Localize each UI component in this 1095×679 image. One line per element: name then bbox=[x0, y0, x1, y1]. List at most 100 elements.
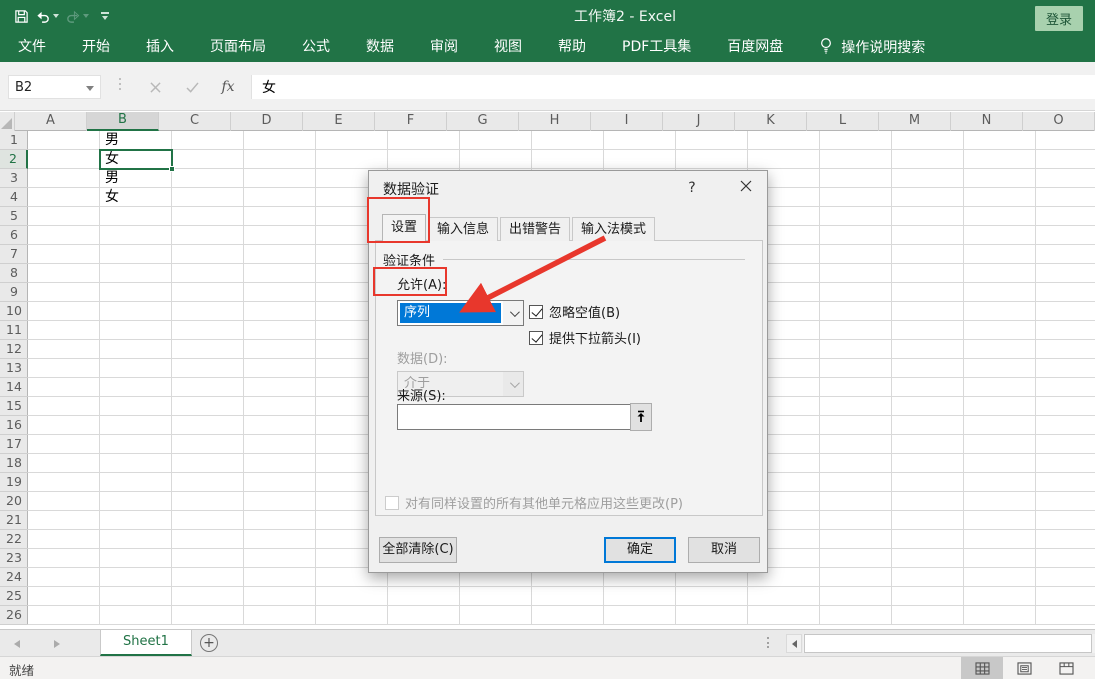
ribbon-tab-PDF工具集[interactable]: PDF工具集 bbox=[609, 32, 704, 62]
column-header-N[interactable]: N bbox=[951, 112, 1023, 131]
ribbon-tab-页面布局[interactable]: 页面布局 bbox=[197, 32, 279, 62]
page-break-view-button[interactable] bbox=[1045, 657, 1087, 679]
ribbon-tab-开始[interactable]: 开始 bbox=[69, 32, 123, 62]
dialog-close-button[interactable] bbox=[729, 173, 763, 199]
page-layout-view-button[interactable] bbox=[1003, 657, 1045, 679]
cancel-button[interactable]: 取消 bbox=[688, 537, 760, 563]
row-header-17[interactable]: 17 bbox=[0, 435, 28, 454]
column-header-J[interactable]: J bbox=[663, 112, 735, 131]
row-header-8[interactable]: 8 bbox=[0, 264, 28, 283]
formula-input[interactable]: 女 bbox=[251, 75, 1095, 99]
row-header-26[interactable]: 26 bbox=[0, 606, 28, 625]
column-headers: ABCDEFGHIJKLMNO bbox=[0, 112, 1095, 131]
row-header-15[interactable]: 15 bbox=[0, 397, 28, 416]
normal-view-button[interactable] bbox=[961, 657, 1003, 679]
sheet-nav-left-icon[interactable] bbox=[14, 640, 20, 648]
allow-combobox[interactable]: 序列 bbox=[397, 300, 524, 326]
select-all-icon bbox=[1, 118, 12, 129]
row-header-1[interactable]: 1 bbox=[0, 131, 28, 150]
column-header-E[interactable]: E bbox=[303, 112, 375, 131]
dialog-tab-出错警告[interactable]: 出错警告 bbox=[500, 217, 570, 241]
ribbon-tab-插入[interactable]: 插入 bbox=[133, 32, 187, 62]
name-box[interactable]: B2 bbox=[8, 75, 101, 99]
insert-function-icon[interactable]: fx bbox=[213, 75, 243, 99]
row-header-20[interactable]: 20 bbox=[0, 492, 28, 511]
chevron-down-icon bbox=[509, 378, 519, 388]
ribbon-tab-文件[interactable]: 文件 bbox=[5, 32, 59, 62]
ribbon-tab-公式[interactable]: 公式 bbox=[289, 32, 343, 62]
save-icon[interactable] bbox=[14, 9, 29, 24]
row-header-2[interactable]: 2 bbox=[0, 150, 28, 169]
ok-button[interactable]: 确定 bbox=[604, 537, 676, 563]
allow-dropdown-button[interactable] bbox=[503, 301, 523, 325]
row-header-3[interactable]: 3 bbox=[0, 169, 28, 188]
column-header-K[interactable]: K bbox=[735, 112, 807, 131]
column-header-B[interactable]: B bbox=[87, 112, 159, 131]
row-header-25[interactable]: 25 bbox=[0, 587, 28, 606]
dialog-tab-输入信息[interactable]: 输入信息 bbox=[428, 217, 498, 241]
sign-in-button[interactable]: 登录 bbox=[1035, 6, 1083, 31]
cell-B1[interactable]: 男 bbox=[101, 131, 172, 150]
column-header-I[interactable]: I bbox=[591, 112, 663, 131]
add-sheet-button[interactable]: + bbox=[200, 634, 218, 652]
ribbon-tab-审阅[interactable]: 审阅 bbox=[417, 32, 471, 62]
row-header-12[interactable]: 12 bbox=[0, 340, 28, 359]
column-header-M[interactable]: M bbox=[879, 112, 951, 131]
cell-B4[interactable]: 女 bbox=[101, 188, 172, 207]
horizontal-scrollbar[interactable] bbox=[803, 634, 1095, 653]
column-header-D[interactable]: D bbox=[231, 112, 303, 131]
row-headers: 1234567891011121314151617181920212223242… bbox=[0, 131, 28, 625]
ribbon-tab-百度网盘[interactable]: 百度网盘 bbox=[714, 32, 796, 62]
clear-all-button[interactable]: 全部清除(C) bbox=[379, 537, 457, 563]
cell-B3[interactable]: 男 bbox=[101, 169, 172, 188]
row-header-24[interactable]: 24 bbox=[0, 568, 28, 587]
tell-me-search[interactable]: 操作说明搜索 bbox=[819, 37, 925, 58]
dialog-tab-设置[interactable]: 设置 bbox=[382, 214, 426, 241]
row-header-19[interactable]: 19 bbox=[0, 473, 28, 492]
dialog-tab-输入法模式[interactable]: 输入法模式 bbox=[572, 217, 655, 241]
cell-B2[interactable]: 女 bbox=[101, 150, 172, 169]
collapse-dialog-button[interactable] bbox=[630, 403, 652, 431]
source-input[interactable] bbox=[397, 404, 631, 430]
row-header-10[interactable]: 10 bbox=[0, 302, 28, 321]
hscroll-thumb[interactable] bbox=[804, 634, 1092, 653]
row-header-4[interactable]: 4 bbox=[0, 188, 28, 207]
checkbox-checked-icon[interactable] bbox=[529, 305, 543, 319]
ribbon-tab-帮助[interactable]: 帮助 bbox=[545, 32, 599, 62]
row-header-5[interactable]: 5 bbox=[0, 207, 28, 226]
customize-toolbar-icon[interactable] bbox=[101, 12, 109, 20]
column-header-O[interactable]: O bbox=[1023, 112, 1095, 131]
row-header-18[interactable]: 18 bbox=[0, 454, 28, 473]
checkbox-checked-icon[interactable] bbox=[529, 331, 543, 345]
column-header-F[interactable]: F bbox=[375, 112, 447, 131]
sheet-nav-right-icon[interactable] bbox=[54, 640, 60, 648]
row-header-7[interactable]: 7 bbox=[0, 245, 28, 264]
undo-icon[interactable] bbox=[35, 9, 59, 24]
row-header-14[interactable]: 14 bbox=[0, 378, 28, 397]
row-header-6[interactable]: 6 bbox=[0, 226, 28, 245]
tabbar-splitter[interactable] bbox=[767, 637, 769, 651]
row-header-13[interactable]: 13 bbox=[0, 359, 28, 378]
ribbon-tab-数据[interactable]: 数据 bbox=[353, 32, 407, 62]
in-cell-dropdown-checkbox[interactable]: 提供下拉箭头(I) bbox=[529, 328, 641, 347]
row-header-23[interactable]: 23 bbox=[0, 549, 28, 568]
row-header-16[interactable]: 16 bbox=[0, 416, 28, 435]
column-header-A[interactable]: A bbox=[15, 112, 87, 131]
hscroll-left-button[interactable] bbox=[786, 634, 802, 653]
sheet-tab-sheet1[interactable]: Sheet1 bbox=[100, 630, 192, 656]
column-header-H[interactable]: H bbox=[519, 112, 591, 131]
row-header-21[interactable]: 21 bbox=[0, 511, 28, 530]
row-header-11[interactable]: 11 bbox=[0, 321, 28, 340]
ribbon-tab-视图[interactable]: 视图 bbox=[481, 32, 535, 62]
name-box-dropdown-icon[interactable] bbox=[86, 86, 94, 91]
ignore-blank-checkbox[interactable]: 忽略空值(B) bbox=[529, 302, 620, 321]
dialog-help-button[interactable]: ? bbox=[679, 177, 705, 199]
fx-label: fx bbox=[221, 79, 234, 95]
row-header-22[interactable]: 22 bbox=[0, 530, 28, 549]
row-header-9[interactable]: 9 bbox=[0, 283, 28, 302]
in-cell-dropdown-label: 提供下拉箭头(I) bbox=[549, 328, 641, 347]
column-header-L[interactable]: L bbox=[807, 112, 879, 131]
column-header-G[interactable]: G bbox=[447, 112, 519, 131]
select-all-corner[interactable] bbox=[0, 112, 15, 131]
column-header-C[interactable]: C bbox=[159, 112, 231, 131]
